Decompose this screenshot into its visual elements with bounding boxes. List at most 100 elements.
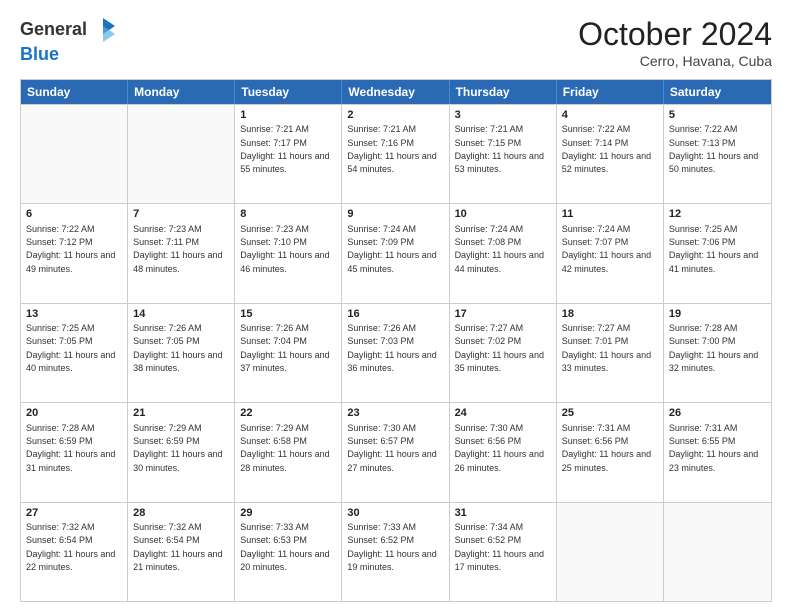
calendar-cell: 26 Sunrise: 7:31 AMSunset: 6:55 PMDayligh…: [664, 403, 771, 501]
calendar-cell: 15Sunrise: 7:26 AMSunset: 7:04 PMDayligh…: [235, 304, 342, 402]
calendar-cell: 6 Sunrise: 7:22 AMSunset: 7:12 PMDaylight…: [21, 204, 128, 302]
calendar-cell: 13 Sunrise: 7:25 AMSunset: 7:05 PMDayligh…: [21, 304, 128, 402]
calendar-body: 1 Sunrise: 7:21 AMSunset: 7:17 PMDaylight…: [21, 104, 771, 601]
cell-info: Sunrise: 7:26 AMSunset: 7:05 PMDaylight:…: [133, 323, 222, 373]
calendar-cell: 19 Sunrise: 7:28 AMSunset: 7:00 PMDayligh…: [664, 304, 771, 402]
cell-info: Sunrise: 7:21 AMSunset: 7:17 PMDaylight:…: [240, 124, 329, 174]
day-number: 20: [26, 406, 122, 420]
cell-info: Sunrise: 7:33 AMSunset: 6:53 PMDaylight:…: [240, 522, 329, 572]
calendar-row-3: 13 Sunrise: 7:25 AMSunset: 7:05 PMDayligh…: [21, 303, 771, 402]
cell-info: Sunrise: 7:27 AMSunset: 7:01 PMDaylight:…: [562, 323, 651, 373]
day-number: 26: [669, 406, 766, 420]
day-number: 25: [562, 406, 658, 420]
day-number: 2: [347, 108, 443, 122]
cell-info: Sunrise: 7:22 AMSunset: 7:14 PMDaylight:…: [562, 124, 651, 174]
day-number: 6: [26, 207, 122, 221]
day-number: 18: [562, 307, 658, 321]
day-number: 22: [240, 406, 336, 420]
calendar-cell: [128, 105, 235, 203]
header-tuesday: Tuesday: [235, 80, 342, 104]
calendar-cell: 12 Sunrise: 7:25 AMSunset: 7:06 PMDayligh…: [664, 204, 771, 302]
calendar-row-2: 6 Sunrise: 7:22 AMSunset: 7:12 PMDaylight…: [21, 203, 771, 302]
cell-info: Sunrise: 7:25 AMSunset: 7:05 PMDaylight:…: [26, 323, 115, 373]
day-number: 10: [455, 207, 551, 221]
day-number: 1: [240, 108, 336, 122]
calendar-cell: 30Sunrise: 7:33 AMSunset: 6:52 PMDayligh…: [342, 503, 449, 601]
calendar-cell: 11 Sunrise: 7:24 AMSunset: 7:07 PMDayligh…: [557, 204, 664, 302]
calendar-row-1: 1 Sunrise: 7:21 AMSunset: 7:17 PMDaylight…: [21, 104, 771, 203]
cell-info: Sunrise: 7:29 AMSunset: 6:59 PMDaylight:…: [133, 423, 222, 473]
calendar-cell: 3 Sunrise: 7:21 AMSunset: 7:15 PMDaylight…: [450, 105, 557, 203]
day-number: 17: [455, 307, 551, 321]
calendar-cell: 18 Sunrise: 7:27 AMSunset: 7:01 PMDayligh…: [557, 304, 664, 402]
calendar-row-5: 27 Sunrise: 7:32 AMSunset: 6:54 PMDayligh…: [21, 502, 771, 601]
cell-info: Sunrise: 7:27 AMSunset: 7:02 PMDaylight:…: [455, 323, 544, 373]
cell-info: Sunrise: 7:34 AMSunset: 6:52 PMDaylight:…: [455, 522, 544, 572]
cell-info: Sunrise: 7:24 AMSunset: 7:08 PMDaylight:…: [455, 224, 544, 274]
day-number: 15: [240, 307, 336, 321]
calendar-cell: 4 Sunrise: 7:22 AMSunset: 7:14 PMDaylight…: [557, 105, 664, 203]
cell-info: Sunrise: 7:30 AMSunset: 6:57 PMDaylight:…: [347, 423, 436, 473]
calendar-row-4: 20Sunrise: 7:28 AMSunset: 6:59 PMDayligh…: [21, 402, 771, 501]
day-number: 19: [669, 307, 766, 321]
cell-info: Sunrise: 7:28 AMSunset: 7:00 PMDaylight:…: [669, 323, 758, 373]
cell-info: Sunrise: 7:26 AMSunset: 7:03 PMDaylight:…: [347, 323, 436, 373]
day-number: 3: [455, 108, 551, 122]
day-number: 14: [133, 307, 229, 321]
day-number: 28: [133, 506, 229, 520]
calendar-cell: 5 Sunrise: 7:22 AMSunset: 7:13 PMDaylight…: [664, 105, 771, 203]
calendar-cell: 8Sunrise: 7:23 AMSunset: 7:10 PMDaylight…: [235, 204, 342, 302]
calendar-cell: 2Sunrise: 7:21 AMSunset: 7:16 PMDaylight…: [342, 105, 449, 203]
calendar-cell: [557, 503, 664, 601]
calendar-cell: 14 Sunrise: 7:26 AMSunset: 7:05 PMDayligh…: [128, 304, 235, 402]
header-monday: Monday: [128, 80, 235, 104]
calendar-cell: 28Sunrise: 7:32 AMSunset: 6:54 PMDayligh…: [128, 503, 235, 601]
calendar-cell: 20Sunrise: 7:28 AMSunset: 6:59 PMDayligh…: [21, 403, 128, 501]
calendar-cell: 21 Sunrise: 7:29 AMSunset: 6:59 PMDayligh…: [128, 403, 235, 501]
logo-icon: [89, 16, 117, 44]
cell-info: Sunrise: 7:21 AMSunset: 7:15 PMDaylight:…: [455, 124, 544, 174]
calendar-cell: 24 Sunrise: 7:30 AMSunset: 6:56 PMDayligh…: [450, 403, 557, 501]
header: General Blue October 2024 Cerro, Havana,…: [20, 16, 772, 69]
day-number: 13: [26, 307, 122, 321]
day-number: 12: [669, 207, 766, 221]
cell-info: Sunrise: 7:30 AMSunset: 6:56 PMDaylight:…: [455, 423, 544, 473]
cell-info: Sunrise: 7:31 AMSunset: 6:55 PMDaylight:…: [669, 423, 758, 473]
day-number: 9: [347, 207, 443, 221]
cell-info: Sunrise: 7:24 AMSunset: 7:07 PMDaylight:…: [562, 224, 651, 274]
day-number: 4: [562, 108, 658, 122]
calendar-cell: 17 Sunrise: 7:27 AMSunset: 7:02 PMDayligh…: [450, 304, 557, 402]
calendar-cell: 7Sunrise: 7:23 AMSunset: 7:11 PMDaylight…: [128, 204, 235, 302]
day-number: 27: [26, 506, 122, 520]
header-friday: Friday: [557, 80, 664, 104]
calendar-cell: 23 Sunrise: 7:30 AMSunset: 6:57 PMDayligh…: [342, 403, 449, 501]
calendar-cell: 25 Sunrise: 7:31 AMSunset: 6:56 PMDayligh…: [557, 403, 664, 501]
calendar-cell: 9Sunrise: 7:24 AMSunset: 7:09 PMDaylight…: [342, 204, 449, 302]
day-number: 5: [669, 108, 766, 122]
day-number: 29: [240, 506, 336, 520]
cell-info: Sunrise: 7:33 AMSunset: 6:52 PMDaylight:…: [347, 522, 436, 572]
calendar: Sunday Monday Tuesday Wednesday Thursday…: [20, 79, 772, 602]
day-number: 11: [562, 207, 658, 221]
calendar-cell: 16 Sunrise: 7:26 AMSunset: 7:03 PMDayligh…: [342, 304, 449, 402]
day-number: 23: [347, 406, 443, 420]
calendar-cell: 10 Sunrise: 7:24 AMSunset: 7:08 PMDayligh…: [450, 204, 557, 302]
header-sunday: Sunday: [21, 80, 128, 104]
day-number: 31: [455, 506, 551, 520]
cell-info: Sunrise: 7:22 AMSunset: 7:13 PMDaylight:…: [669, 124, 758, 174]
calendar-cell: [21, 105, 128, 203]
day-number: 21: [133, 406, 229, 420]
cell-info: Sunrise: 7:31 AMSunset: 6:56 PMDaylight:…: [562, 423, 651, 473]
cell-info: Sunrise: 7:23 AMSunset: 7:10 PMDaylight:…: [240, 224, 329, 274]
day-number: 24: [455, 406, 551, 420]
title-block: October 2024 Cerro, Havana, Cuba: [578, 16, 772, 69]
calendar-cell: [664, 503, 771, 601]
calendar-cell: 31 Sunrise: 7:34 AMSunset: 6:52 PMDayligh…: [450, 503, 557, 601]
day-number: 16: [347, 307, 443, 321]
cell-info: Sunrise: 7:22 AMSunset: 7:12 PMDaylight:…: [26, 224, 115, 274]
calendar-header: Sunday Monday Tuesday Wednesday Thursday…: [21, 80, 771, 104]
cell-info: Sunrise: 7:32 AMSunset: 6:54 PMDaylight:…: [26, 522, 115, 572]
calendar-cell: 27 Sunrise: 7:32 AMSunset: 6:54 PMDayligh…: [21, 503, 128, 601]
page: General Blue October 2024 Cerro, Havana,…: [0, 0, 792, 612]
cell-info: Sunrise: 7:25 AMSunset: 7:06 PMDaylight:…: [669, 224, 758, 274]
